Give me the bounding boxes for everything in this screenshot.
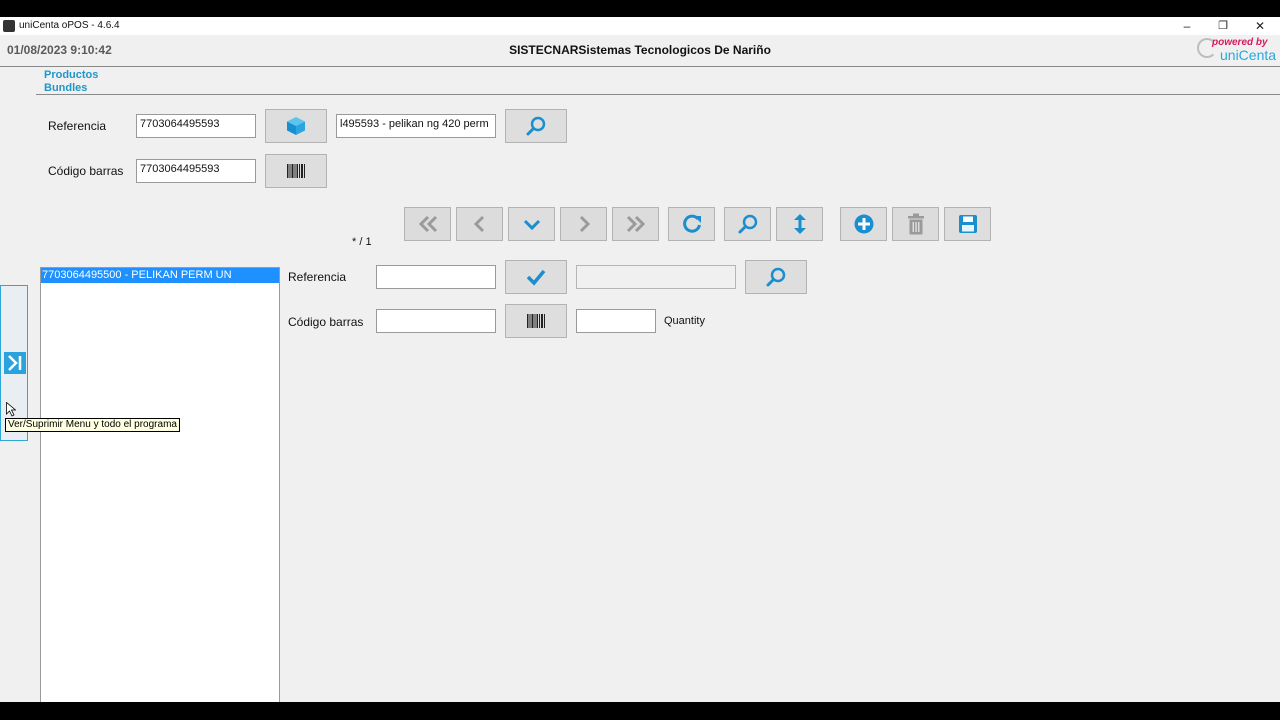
menu-toggle-icon[interactable] — [4, 352, 26, 374]
restore-button[interactable]: ❐ — [1205, 17, 1241, 35]
logo-name: uniCenta — [1220, 47, 1277, 63]
bottom-bar — [0, 702, 1280, 720]
app-window: uniCenta oPOS - 4.6.4 – ❐ ✕ 01/08/2023 9… — [0, 17, 1280, 702]
last-record-button[interactable] — [612, 207, 659, 241]
search-icon — [766, 267, 786, 287]
detail-accept-button[interactable] — [505, 260, 567, 294]
breadcrumb-divider — [36, 94, 1280, 95]
detail-barcode-label: Código barras — [288, 315, 364, 329]
trash-icon — [907, 213, 924, 235]
first-record-button[interactable] — [404, 207, 451, 241]
company-name: SISTECNARSistemas Tecnologicos De Nariño — [509, 43, 771, 57]
product-search-button[interactable] — [505, 109, 567, 143]
find-button[interactable] — [724, 207, 771, 241]
app-header: 01/08/2023 9:10:42 SISTECNARSistemas Tec… — [0, 35, 1280, 67]
detail-ref-label: Referencia — [288, 270, 347, 284]
barcode-icon — [527, 314, 545, 328]
title-bar: uniCenta oPOS - 4.6.4 – ❐ ✕ — [0, 17, 1280, 35]
product-barcode-button[interactable] — [265, 154, 327, 188]
bundle-list[interactable]: 7703064495500 - PELIKAN PERM UN — [40, 267, 280, 702]
product-barcode-input[interactable]: 7703064495593 — [136, 159, 256, 183]
list-item[interactable]: 7703064495500 - PELIKAN PERM UN — [41, 268, 279, 283]
product-ref-input[interactable]: 7703064495593 — [136, 114, 256, 138]
barcode-icon — [287, 164, 305, 178]
chevron-right-icon — [579, 215, 590, 233]
down-record-button[interactable] — [508, 207, 555, 241]
search-icon — [738, 214, 757, 234]
search-icon — [526, 116, 546, 136]
delete-record-button[interactable] — [892, 207, 939, 241]
double-chevron-right-icon — [626, 215, 645, 233]
reload-button[interactable] — [668, 207, 715, 241]
product-lookup-button[interactable] — [265, 109, 327, 143]
product-name-field[interactable]: l495593 - pelikan ng 420 perm — [336, 114, 496, 138]
breadcrumb-bundles[interactable]: Bundles — [44, 82, 87, 94]
window-title: uniCenta oPOS - 4.6.4 — [19, 20, 120, 31]
detail-search-button[interactable] — [745, 260, 807, 294]
detail-barcode-button[interactable] — [505, 304, 567, 338]
save-button[interactable] — [944, 207, 991, 241]
next-record-button[interactable] — [560, 207, 607, 241]
sort-button[interactable] — [776, 207, 823, 241]
detail-barcode-input[interactable] — [376, 309, 496, 333]
box-icon — [287, 117, 305, 135]
checkmark-icon — [526, 269, 546, 286]
plus-circle-icon — [854, 214, 873, 234]
floppy-disk-icon — [958, 215, 977, 233]
menu-toggle-tooltip: Ver/Suprimir Menu y todo el programa — [5, 418, 180, 432]
detail-name-field — [576, 265, 736, 289]
chevron-left-icon — [473, 215, 484, 233]
chevron-down-icon — [523, 219, 540, 231]
app-icon — [3, 20, 15, 32]
breadcrumb-productos[interactable]: Productos — [44, 69, 98, 81]
mouse-cursor-icon — [6, 402, 16, 417]
vertical-arrows-icon — [793, 214, 806, 234]
double-chevron-left-icon — [418, 215, 437, 233]
refresh-icon — [682, 214, 701, 233]
quantity-input[interactable] — [576, 309, 656, 333]
new-record-button[interactable] — [840, 207, 887, 241]
previous-record-button[interactable] — [456, 207, 503, 241]
record-counter: * / 1 — [352, 236, 372, 248]
minimize-button[interactable]: – — [1169, 17, 1205, 35]
quantity-label: Quantity — [664, 315, 705, 327]
detail-ref-input[interactable] — [376, 265, 496, 289]
product-ref-label: Referencia — [48, 119, 107, 133]
product-barcode-label: Código barras — [48, 164, 124, 178]
close-button[interactable]: ✕ — [1242, 17, 1278, 35]
